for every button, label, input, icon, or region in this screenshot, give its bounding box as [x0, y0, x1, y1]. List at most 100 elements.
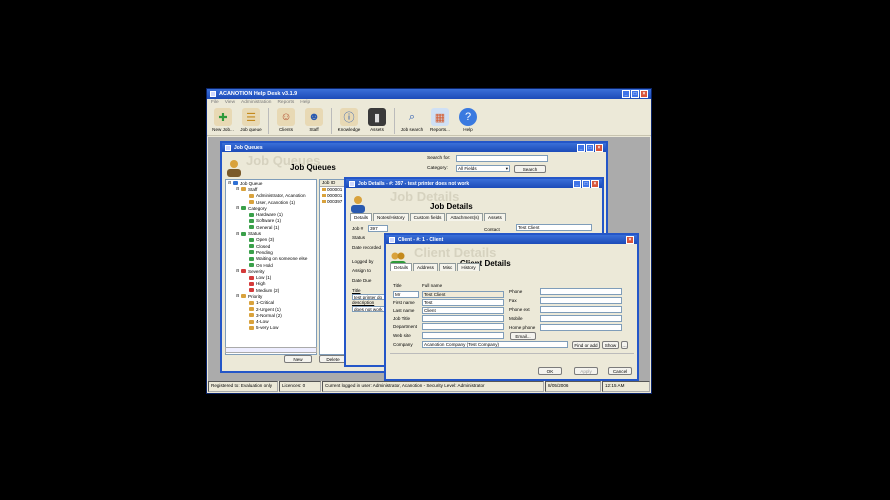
category-select[interactable]: All Fields ▾ — [456, 165, 510, 172]
tree-node-label: Medium (2) — [256, 287, 280, 293]
close-button[interactable]: × — [640, 90, 648, 98]
full-name-field[interactable]: Test Client — [422, 291, 504, 298]
maximize-button[interactable]: □ — [582, 179, 590, 188]
app-title: ACANOTION Help Desk v3.1.9 — [219, 91, 298, 97]
job-queue-button[interactable]: ☰ Job queue — [239, 108, 263, 132]
job-details-title-bar[interactable]: Job Details - #: 397 - test printer does… — [346, 179, 602, 188]
description-field[interactable]: does not work — [352, 306, 386, 312]
reports-button[interactable]: ▦ Reports... — [428, 108, 452, 132]
folder-icon — [249, 281, 254, 286]
client-title-bar[interactable]: Client - #: 1 - Client × — [386, 235, 637, 244]
help-button[interactable]: ? Help — [456, 108, 480, 132]
find-or-add-button[interactable]: Find or add — [572, 341, 600, 349]
expander-icon[interactable]: ⊟ — [236, 187, 240, 191]
menu-view[interactable]: View — [225, 100, 235, 105]
folder-icon — [249, 193, 254, 198]
folder-icon — [233, 181, 238, 186]
new-job-button[interactable]: ✚ New Job... — [211, 108, 235, 132]
staff-button[interactable]: ☻ Staff — [302, 108, 326, 132]
status-bar: Registered to: Evaluation only Licences:… — [208, 381, 650, 392]
title-label: Title — [352, 288, 361, 293]
job-title-field[interactable] — [422, 315, 504, 322]
search-input[interactable] — [456, 155, 548, 162]
tree-horizontal-scrollbar[interactable] — [225, 347, 317, 353]
title-field[interactable]: Mr — [393, 291, 419, 298]
assets-button[interactable]: ▮ Assets — [365, 108, 389, 132]
ok-button[interactable]: OK — [538, 367, 562, 375]
table-row[interactable]: 000397 — [320, 199, 346, 205]
minimize-button[interactable]: _ — [577, 143, 585, 152]
minimize-button[interactable]: _ — [622, 90, 630, 98]
email-button[interactable]: Email... — [510, 332, 536, 340]
close-button[interactable]: × — [591, 179, 599, 188]
expander-icon[interactable]: ⊟ — [236, 269, 240, 273]
tab-address[interactable]: Address — [413, 263, 438, 271]
tab-assets[interactable]: Assets — [484, 213, 506, 221]
new-button[interactable]: New — [284, 355, 312, 363]
menu-administration[interactable]: Administration — [241, 100, 271, 105]
folder-icon — [241, 206, 246, 211]
company-field[interactable]: Acanotion Company (Test Company) — [422, 341, 568, 348]
minimize-button[interactable]: _ — [573, 179, 581, 188]
tab-attachments[interactable]: Attachment(s) — [446, 213, 484, 221]
delete-button[interactable]: Delete — [319, 355, 347, 363]
first-name-field[interactable]: Test — [422, 299, 504, 306]
show-button[interactable]: Show — [602, 341, 619, 349]
close-button[interactable]: × — [626, 235, 634, 244]
tab-notes-history[interactable]: Notes/History — [373, 213, 409, 221]
more-button[interactable]: … — [621, 341, 628, 349]
phone-ext-field[interactable] — [540, 306, 622, 313]
maximize-button[interactable]: □ — [586, 143, 594, 152]
tree-node-label: 1-Critical — [256, 300, 275, 306]
contact-field[interactable]: Test Client — [516, 224, 592, 231]
tab-custom-fields[interactable]: Custom fields — [409, 213, 446, 221]
job-id-column-header[interactable]: Job ID — [320, 180, 346, 187]
menu-help[interactable]: Help — [300, 100, 310, 105]
apply-button[interactable]: Apply — [574, 367, 598, 375]
job-number-field[interactable]: 397 — [368, 225, 388, 232]
expander-icon[interactable]: ⊟ — [236, 294, 240, 298]
last-name-label: Last name — [393, 308, 415, 313]
divider — [390, 353, 634, 354]
expander-icon[interactable]: ⊟ — [236, 231, 240, 236]
close-button[interactable]: × — [595, 143, 603, 152]
tab-details[interactable]: Details — [390, 263, 413, 271]
menu-file[interactable]: File — [211, 100, 219, 105]
menu-reports[interactable]: Reports — [277, 100, 294, 105]
phone-field[interactable] — [540, 288, 622, 295]
tree-node-label: 5-very Low — [256, 325, 279, 331]
main-title-bar[interactable]: ACANOTION Help Desk v3.1.9 _ □ × — [207, 89, 651, 99]
ticket-icon — [322, 200, 326, 203]
fax-field[interactable] — [540, 297, 622, 304]
home-phone-field[interactable] — [540, 324, 622, 331]
cancel-button[interactable]: Cancel — [608, 367, 632, 375]
knowledge-button[interactable]: ⓘ Knowledge — [337, 108, 361, 132]
maximize-button[interactable]: □ — [631, 90, 639, 98]
tab-details[interactable]: Details — [350, 213, 373, 221]
job-number-label: Job # — [352, 226, 364, 231]
mobile-field[interactable] — [540, 315, 622, 322]
expander-icon[interactable]: ⊟ — [236, 206, 240, 210]
job-id-cell: 000001 — [327, 193, 343, 198]
tree-node[interactable]: 5-very Low — [226, 325, 316, 331]
expander-icon[interactable]: ⊟ — [228, 181, 232, 185]
job-queue-tree[interactable]: ⊟ Job Queue ⊟ Staff Administrator, Acanotion… — [225, 179, 317, 355]
job-queues-title-bar[interactable]: Job Queues _ □ × — [222, 143, 606, 152]
tab-history[interactable]: History — [457, 263, 480, 271]
department-field[interactable] — [422, 323, 504, 330]
clients-button[interactable]: ☺ Clients — [274, 108, 298, 132]
job-list[interactable]: Job ID 000001 000001 000397 — [319, 179, 347, 355]
full-name-label: Full name — [422, 283, 443, 288]
search-button[interactable]: Search — [514, 165, 546, 173]
client-tabs: Details Address Misc History — [390, 263, 480, 271]
last-name-field[interactable]: Client — [422, 307, 504, 314]
job-search-button[interactable]: ⌕ Job search — [400, 108, 424, 133]
folder-icon — [241, 187, 246, 192]
tab-misc[interactable]: Misc — [438, 263, 457, 271]
web-site-field[interactable] — [422, 332, 504, 339]
fax-label: Fax — [509, 298, 517, 303]
folder-icon — [249, 244, 254, 249]
